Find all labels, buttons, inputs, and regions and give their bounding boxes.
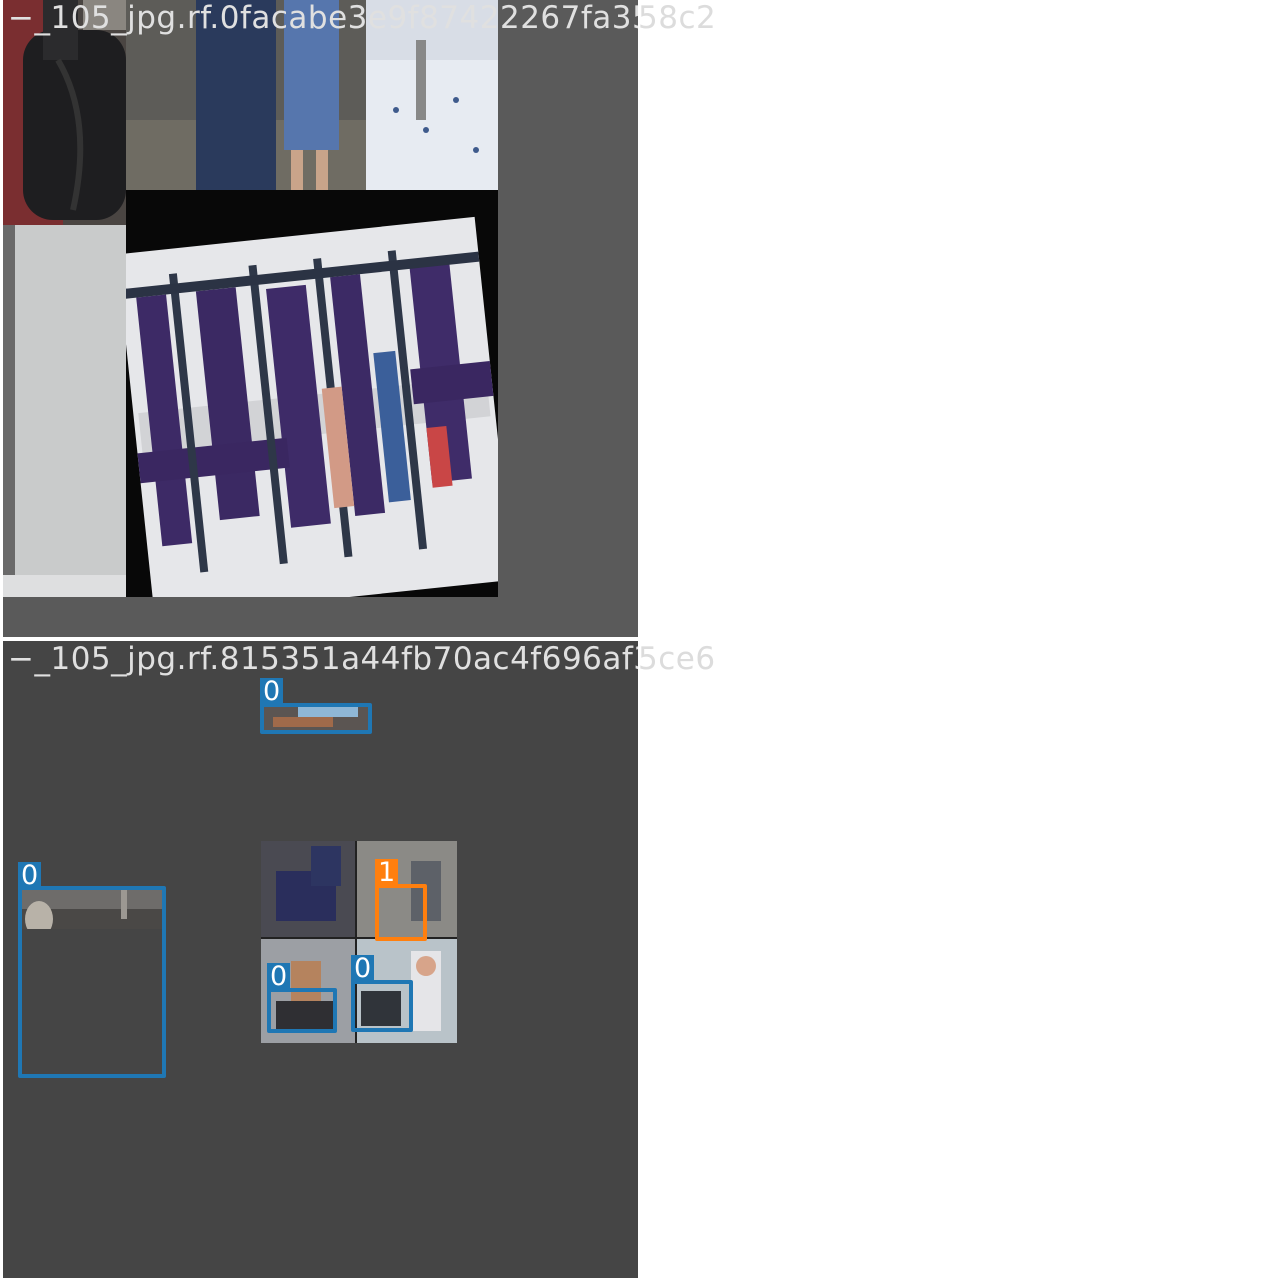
photo-fitting-rooms — [126, 190, 498, 597]
tile-title: −_105_jpg.rf.815351a44fb70ac4f696af3 — [8, 641, 638, 677]
mosaic-tile-1: −_105_jpg.rf.0facabe3e9f87422267fa35 — [3, 0, 638, 637]
detection-class-label: 0 — [260, 678, 284, 706]
tile-title-overflow: 5ce6 — [638, 641, 716, 677]
detection-box — [351, 980, 413, 1032]
tile-title: −_105_jpg.rf.0facabe3e9f87422267fa35 — [8, 0, 638, 36]
tile-title-overflow: 58c2 — [638, 0, 717, 36]
detection-box — [18, 886, 166, 1078]
detection-class-label: 0 — [267, 963, 291, 991]
detection-box — [260, 703, 372, 734]
detection-class-label: 0 — [18, 862, 42, 890]
detection-box — [267, 988, 337, 1033]
detection-box — [375, 884, 427, 941]
detection-class-label: 1 — [375, 859, 399, 887]
mosaic-tile-2: 0 0 1 0 0 −_105_jpg.rf.815351a44fb70ac4f… — [3, 641, 638, 1278]
photo-grey-wall — [3, 225, 126, 597]
detection-class-label: 0 — [351, 955, 375, 983]
